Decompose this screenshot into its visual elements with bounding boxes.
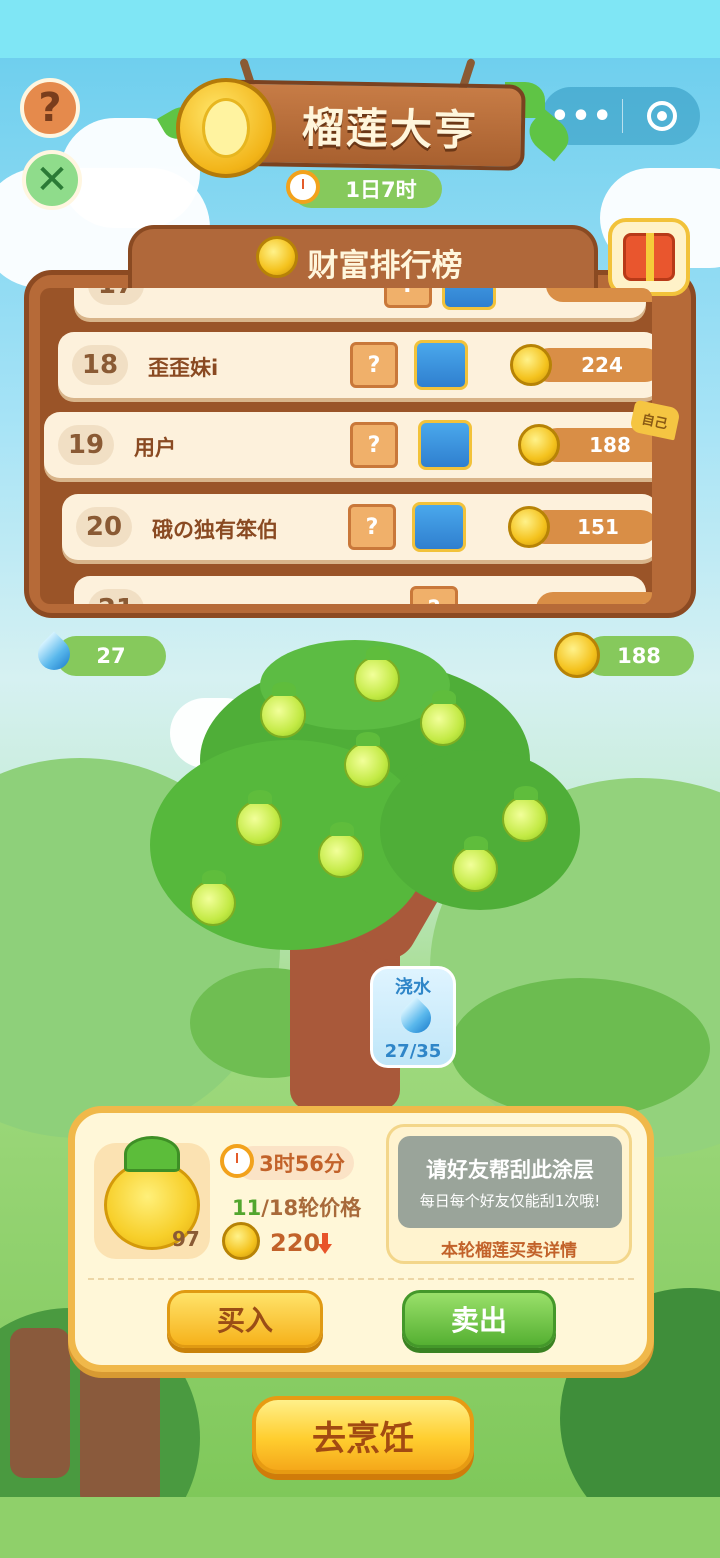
tree-stump <box>10 1328 70 1478</box>
mystery-box-icon: ? <box>384 288 432 308</box>
game-title: 榴莲大亨 <box>301 103 479 154</box>
gift-icon <box>623 233 675 281</box>
scratch-title: 请好友帮刮此涂层 <box>426 1157 594 1182</box>
coin-counter: 188 <box>584 636 694 676</box>
leaderboard-row-self: 19 用户 ? 188 <box>44 412 652 478</box>
chest-icon <box>414 340 468 390</box>
chest-icon <box>412 502 466 552</box>
scratch-subtitle: 每日每个好友仅能刮1次哦! <box>419 1191 601 1210</box>
close-button[interactable]: ✕ <box>22 150 82 210</box>
durian-logo <box>176 78 276 178</box>
durian-fruit[interactable] <box>344 732 390 788</box>
durian-leaf-icon <box>124 1136 180 1172</box>
water-drop-icon <box>394 996 438 1040</box>
durian-fruit[interactable] <box>190 870 236 926</box>
durian-price: 220 <box>270 1229 321 1257</box>
coin-count: 188 <box>617 644 661 668</box>
bottom-bar-strip <box>0 1497 720 1558</box>
clock-icon <box>220 1144 254 1178</box>
durian-fruit[interactable] <box>260 682 306 738</box>
timer-text: 1日7时 <box>345 178 417 202</box>
round-current: 11 <box>232 1196 262 1220</box>
player-name: 硪の独有笨伯 <box>152 518 278 542</box>
durian-fruit[interactable] <box>502 786 548 842</box>
coin-icon <box>222 1222 260 1260</box>
mystery-box-icon: ? <box>410 586 458 604</box>
durian-fruit[interactable] <box>236 790 282 846</box>
player-name: 歪歪妹i <box>148 356 219 380</box>
mystery-box-icon: ? <box>348 504 396 550</box>
leaderboard-row: 20 硪の独有笨伯 ? 151 <box>62 494 652 560</box>
water-label: 浇水 <box>395 977 431 998</box>
coin-icon <box>554 632 600 678</box>
help-button[interactable]: ? <box>20 78 80 138</box>
status-bar-strip <box>0 0 720 58</box>
score-pill <box>546 288 652 302</box>
leaderboard-title: 财富排行榜 <box>307 247 463 283</box>
close-icon: ✕ <box>35 157 69 203</box>
countdown-text: 3时56分 <box>259 1152 345 1176</box>
chest-icon <box>442 288 496 310</box>
cook-button[interactable]: 去烹饪 <box>252 1396 474 1474</box>
rank-number: 21 <box>88 589 144 604</box>
coin-icon <box>510 344 552 386</box>
mystery-box-icon: ? <box>350 422 398 468</box>
chest-icon <box>418 420 472 470</box>
rank-number: 18 <box>72 345 128 385</box>
durian-fruit[interactable] <box>452 836 498 892</box>
durian-fruit[interactable] <box>318 822 364 878</box>
clock-icon <box>286 170 320 204</box>
trade-detail-link[interactable]: 本轮榴莲买卖详情 <box>386 1236 632 1261</box>
round-price-label: 11/18轮价格 <box>232 1192 361 1222</box>
score-value: 224 <box>581 353 623 377</box>
gift-button[interactable] <box>608 218 690 296</box>
coin-icon <box>256 236 298 278</box>
water-count: 27 <box>96 644 126 668</box>
rank-number: 17 <box>88 288 144 305</box>
sell-button[interactable]: 卖出 <box>402 1290 556 1348</box>
target-icon <box>646 101 677 131</box>
water-progress: 27/35 <box>384 1041 442 1062</box>
score-value: 151 <box>577 515 619 539</box>
score-pill <box>536 592 652 604</box>
durian-fruit[interactable] <box>420 690 466 746</box>
water-button[interactable]: 浇水 27/35 <box>370 966 456 1068</box>
rank-number: 20 <box>76 507 132 547</box>
hill <box>450 978 710 1118</box>
exit-mini-program-button[interactable] <box>623 101 700 131</box>
scratch-area[interactable]: 请好友帮刮此涂层 每日每个好友仅能刮1次哦! <box>398 1136 622 1228</box>
leaderboard-row: 21 ? <box>74 576 652 604</box>
leaderboard-header: 财富排行榜 <box>128 225 598 295</box>
rank-number: 19 <box>58 425 114 465</box>
mystery-box-icon: ? <box>350 342 398 388</box>
player-name: 用户 <box>134 436 176 460</box>
durian-fruit[interactable] <box>354 646 400 702</box>
coin-icon <box>508 506 550 548</box>
leaderboard-row: 18 歪歪妹i ? 224 <box>58 332 652 398</box>
durian-quantity: 97 <box>172 1227 200 1251</box>
arrow-down-icon <box>318 1233 332 1255</box>
coin-icon <box>518 424 560 466</box>
help-icon: ? <box>38 85 62 131</box>
round-rest: /18轮价格 <box>261 1196 362 1220</box>
buy-button[interactable]: 买入 <box>167 1290 323 1348</box>
panel-divider <box>88 1278 634 1280</box>
score-value: 188 <box>589 433 631 457</box>
leaderboard-row: 17 ? <box>74 288 652 318</box>
leaderboard-list[interactable]: 17 ? 18 歪歪妹i ? 224 19 用户 ? 188 20 硪の独有笨伯… <box>40 288 652 604</box>
tree-stump <box>80 1358 160 1497</box>
water-counter: 27 <box>56 636 166 676</box>
